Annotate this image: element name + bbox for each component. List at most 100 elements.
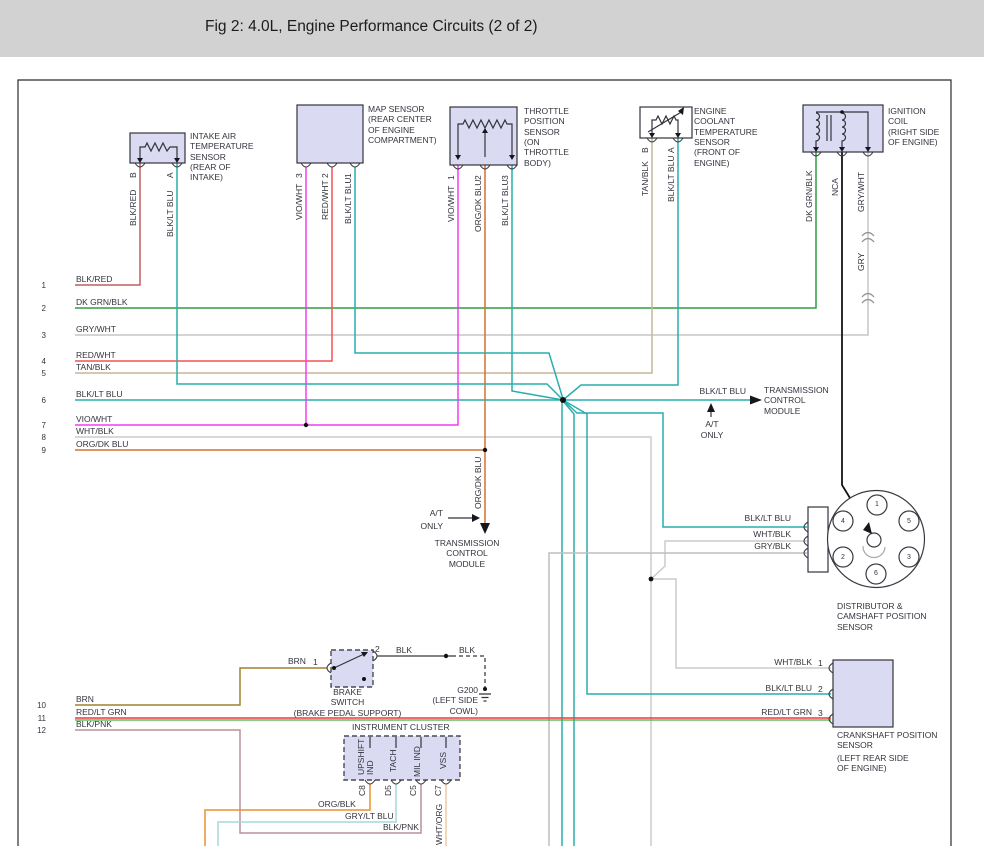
label-components-cluster-wires-3: WHT/ORG [434, 804, 444, 845]
label-components-map_sensor-lines-3: COMPARTMENT) [368, 135, 437, 145]
label-components-iat_sensor-wires-0: BLK/RED [128, 190, 138, 226]
junction-dot [483, 687, 487, 691]
label-rows-3-num: 4 [28, 357, 46, 367]
label-rows-9-num: 10 [28, 701, 46, 711]
wire-blk-lt-blu-17 [563, 401, 574, 846]
label-rows-6-num: 7 [28, 421, 46, 431]
label-components-iat_sensor-lines-1: TEMPERATURE [190, 141, 254, 151]
label-components-distributor-cap_positions-0: 1 [871, 500, 883, 510]
label-components-ignition_coil-wires-1: NCA [830, 178, 840, 196]
label-components-map_sensor-lines-0: MAP SENSOR [368, 104, 425, 114]
label-components-cluster-title: INSTRUMENT CLUSTER [352, 722, 450, 732]
wire-blk-lt-blu-14 [563, 138, 678, 400]
arrowhead [707, 403, 715, 412]
label-components-brake_switch-wire_in: BRN [288, 656, 306, 666]
label-rows-4-num: 5 [28, 369, 46, 379]
label-components-map_sensor-wires-0: VIO/WHT [294, 184, 304, 220]
label-components-ignition_coil-lines-1: COIL [888, 116, 908, 126]
label-components-tps-wires-1: ORG/DK BLU [473, 180, 483, 232]
label-components-cluster-wires-0: ORG/BLK [318, 799, 356, 809]
pin-connector-arc [350, 163, 360, 167]
label-components-brake_switch-lines-0: BRAKE [280, 687, 415, 697]
junction-dot [560, 397, 566, 403]
label-components-distributor-cap_positions-2: 5 [903, 517, 915, 527]
label-components-map_sensor-wires-1: RED/WHT [320, 180, 330, 220]
label-components-ect-lines-1: COOLANT [694, 116, 735, 126]
crank-sensor-box [833, 660, 893, 727]
label-components-ect-lines-0: ENGINE [694, 106, 727, 116]
label-components-iat_sensor-lines-4: INTAKE) [190, 172, 223, 182]
label-components-tps-wires-0: VIO/WHT [446, 186, 456, 222]
label-rows-5-label: BLK/LT BLU [76, 389, 122, 399]
label-components-ect-wires-0: TAN/BLK [640, 161, 650, 196]
label-components-ignition_coil-lines-0: IGNITION [888, 106, 926, 116]
label-components-crank_sensor-pins-2: 3 [818, 708, 828, 718]
label-components-crank_sensor-lines-2: (LEFT REAR SIDE [837, 753, 909, 763]
wiring-diagram-svg [0, 0, 984, 846]
label-components-distributor-cap_positions-5: 6 [870, 569, 882, 579]
ect-sensor-box [640, 107, 692, 138]
label-components-distributor-conn_wires-2: GRY/BLK [691, 541, 791, 551]
label-components-crank_sensor-pins-0: 1 [818, 658, 828, 668]
label-components-ignition_coil-wires-0: DK GRN/BLK [804, 171, 814, 223]
label-components-distributor-lines-0: DISTRIBUTOR & [837, 601, 903, 611]
label-components-tcm_bottom-wire: ORG/DK BLU [473, 457, 483, 509]
label-components-map_sensor-lines-1: (REAR CENTER [368, 114, 432, 124]
label-components-iat_sensor-pins-0: B [128, 172, 138, 178]
label-components-map_sensor-lines-2: OF ENGINE [368, 125, 415, 135]
label-components-ignition_coil-lines-3: OF ENGINE) [888, 137, 938, 147]
label-components-iat_sensor-wires-1: BLK/LT BLU [165, 191, 175, 237]
label-components-brake_switch-pins-1: 2 [375, 644, 383, 654]
label-components-tps-lines-1: POSITION [524, 116, 565, 126]
wire-blk-lt-blu-11 [355, 167, 563, 399]
label-rows-1-num: 2 [28, 304, 46, 314]
label-components-cluster-signals-3: MIL IND [412, 746, 422, 777]
label-components-tps-wires-2: BLK/LT BLU [500, 180, 510, 226]
label-components-cluster-pins-3: C7 [433, 785, 443, 796]
label-components-distributor-conn_wires-1: WHT/BLK [691, 529, 791, 539]
label-components-crank_sensor-wires-2: RED/LT GRN [712, 707, 812, 717]
label-components-brake_switch-lines-1: SWITCH [280, 697, 415, 707]
label-rows-5-num: 6 [28, 396, 46, 406]
label-rows-0-num: 1 [28, 281, 46, 291]
label-components-cluster-pins-0: C8 [357, 785, 367, 796]
wire-wht-blk-21 [651, 579, 831, 668]
junction-dot [649, 577, 654, 582]
label-components-brake_switch-lines-2: (BRAKE PEDAL SUPPORT) [280, 708, 415, 718]
label-rows-7-label: WHT/BLK [76, 426, 114, 436]
label-components-ect-lines-4: (FRONT OF [694, 147, 740, 157]
arrowhead [750, 396, 762, 405]
label-rows-0-label: BLK/RED [76, 274, 112, 284]
label-components-ignition_coil-lines-2: (RIGHT SIDE [888, 127, 939, 137]
label-rows-6-label: VIO/WHT [76, 414, 112, 424]
label-components-ect-wires-1: BLK/LT BLU [666, 156, 676, 202]
label-components-cluster-signals-1: IND [365, 760, 375, 775]
label-components-iat_sensor-lines-0: INTAKE AIR [190, 131, 236, 141]
symbol [479, 694, 491, 701]
label-components-cluster-pins-1: D5 [383, 785, 393, 796]
brake-switch-box [331, 650, 373, 687]
wire-blk-lt-blu-13 [512, 165, 563, 400]
junction-dot [444, 654, 448, 658]
junction-dot [362, 677, 366, 681]
label-rows-7-num: 8 [28, 433, 46, 443]
junction-dot [332, 666, 336, 670]
wire-tan-blk-4 [75, 138, 652, 373]
label-components-crank_sensor-lines-0: CRANKSHAFT POSITION [837, 730, 937, 740]
wire-blk-lt-blu-19 [563, 400, 807, 527]
label-components-crank_sensor-wires-0: WHT/BLK [712, 657, 812, 667]
arrowhead [480, 523, 490, 534]
distributor-connector [808, 507, 828, 572]
label-components-ect-lines-5: ENGINE) [694, 158, 729, 168]
arrowhead [472, 514, 480, 522]
label-components-tps-lines-4: THROTTLE [524, 147, 569, 157]
wire-blk-26 [452, 656, 485, 687]
label-components-tcm_right-lines-2: MODULE [764, 406, 800, 416]
label-components-ect-pins-0: B [640, 147, 650, 153]
label-components-crank_sensor-wires-1: BLK/LT BLU [712, 683, 812, 693]
label-rows-4-label: TAN/BLK [76, 362, 111, 372]
label-components-tcm_right-lines-1: CONTROL [764, 395, 806, 405]
label-components-ground-lines-1: (LEFT SIDE [420, 695, 478, 705]
label-rows-3-label: RED/WHT [76, 350, 116, 360]
label-rows-10-num: 11 [28, 714, 46, 724]
